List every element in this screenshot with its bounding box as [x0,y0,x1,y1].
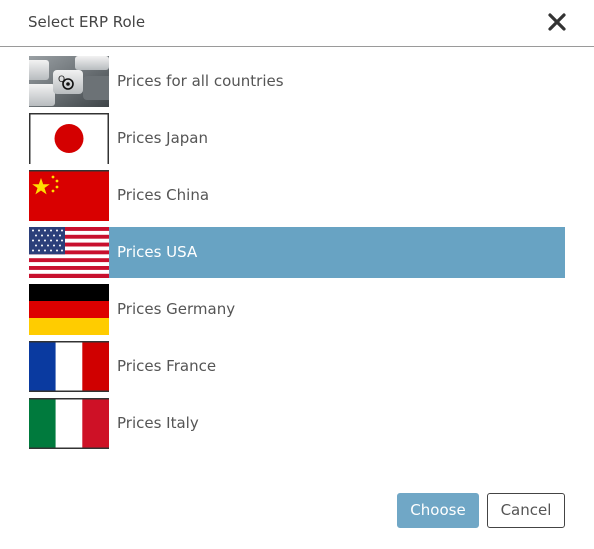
dialog-header: Select ERP Role [0,0,594,47]
role-item-usa[interactable]: Prices USA [29,227,566,278]
role-label: Prices Germany [117,300,236,318]
role-label: Prices China [117,186,210,204]
dialog-title: Select ERP Role [28,13,146,31]
role-label: Prices Italy [117,414,199,432]
cancel-button[interactable]: Cancel [487,493,565,528]
role-item-italy[interactable]: Prices Italy [29,398,566,449]
role-item-france[interactable]: Prices France [29,341,566,392]
role-item-china[interactable]: Prices China [29,170,566,221]
germany-flag-icon [29,284,109,335]
usa-flag-icon [29,227,109,278]
china-flag-icon [29,170,109,221]
japan-flag-icon [29,113,109,164]
keyboard-image: Q [29,56,109,107]
role-list: Q Prices for all countries Prices Japan [29,56,566,455]
select-erp-role-dialog: Select ERP Role Q Prices for all countri… [0,0,594,549]
role-item-all-countries[interactable]: Q Prices for all countries [29,56,566,107]
choose-button[interactable]: Choose [397,493,479,528]
italy-flag-icon [29,398,109,449]
role-label: Prices France [117,357,217,375]
role-label: Prices USA [117,243,198,261]
france-flag-icon [29,341,109,392]
role-item-japan[interactable]: Prices Japan [29,113,566,164]
role-label: Prices for all countries [117,72,284,90]
role-item-germany[interactable]: Prices Germany [29,284,566,335]
role-label: Prices Japan [117,129,209,147]
close-icon[interactable] [546,11,568,33]
